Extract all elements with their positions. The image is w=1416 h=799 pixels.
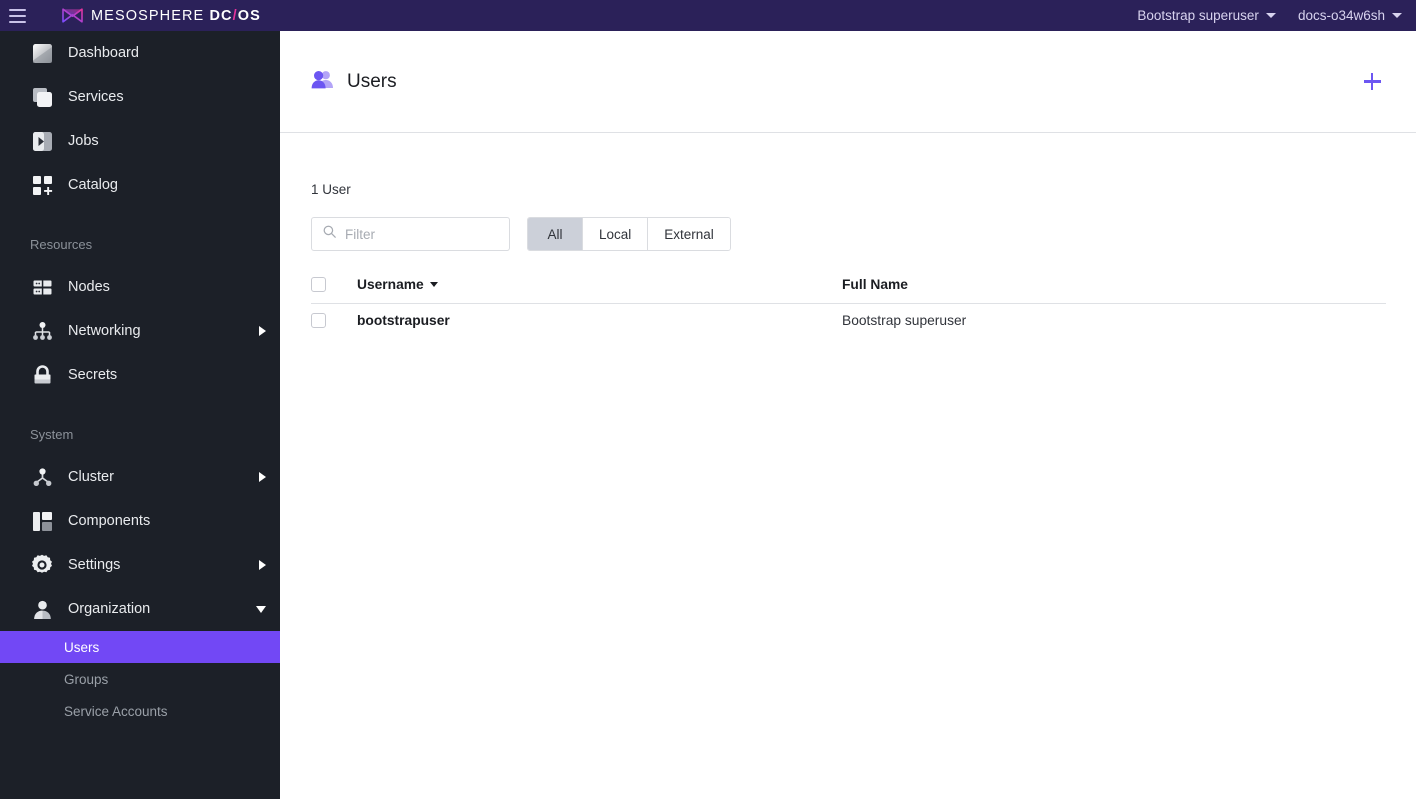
segment-external[interactable]: External bbox=[648, 218, 730, 250]
components-icon bbox=[30, 509, 54, 533]
brand-product-prefix: DC bbox=[209, 7, 233, 24]
users-group-icon bbox=[311, 69, 334, 94]
sidebar-item-label: Catalog bbox=[68, 177, 118, 193]
page-title-group: Users bbox=[311, 69, 397, 94]
sidebar-item-label: Dashboard bbox=[68, 45, 139, 61]
chevron-right-icon bbox=[259, 560, 266, 570]
services-icon bbox=[30, 85, 54, 109]
user-account-label: Bootstrap superuser bbox=[1137, 8, 1259, 23]
brand-product-suffix: OS bbox=[237, 7, 261, 24]
chevron-down-icon bbox=[1392, 13, 1402, 18]
user-type-segmented-control: All Local External bbox=[527, 217, 731, 251]
chevron-down-icon bbox=[256, 605, 266, 613]
page-header: Users bbox=[280, 31, 1416, 133]
sidebar-item-components[interactable]: Components bbox=[0, 499, 280, 543]
select-all-cell bbox=[311, 274, 357, 304]
top-bar: MESOSPHERE DC/OS Bootstrap superuser doc… bbox=[0, 0, 1416, 31]
filter-field[interactable] bbox=[311, 217, 510, 251]
cluster-label: docs-o34w6sh bbox=[1297, 8, 1385, 23]
hamburger-menu-icon[interactable] bbox=[0, 0, 34, 31]
brand-name: MESOSPHERE bbox=[91, 7, 205, 24]
search-icon bbox=[323, 225, 336, 243]
hamburger-line bbox=[8, 8, 26, 11]
networking-icon bbox=[30, 319, 54, 343]
cluster-icon bbox=[30, 465, 54, 489]
sidebar-item-dashboard[interactable]: Dashboard bbox=[0, 31, 280, 75]
table-row[interactable]: bootstrapuser Bootstrap superuser bbox=[311, 303, 1386, 337]
row-select-cell bbox=[311, 303, 357, 337]
top-bar-right-group: Bootstrap superuser docs-o34w6sh bbox=[1137, 8, 1416, 23]
sidebar-item-label: Components bbox=[68, 513, 151, 529]
chevron-down-icon bbox=[1265, 13, 1276, 18]
sidebar-item-label: Networking bbox=[68, 323, 141, 339]
sidebar-item-nodes[interactable]: Nodes bbox=[0, 265, 280, 309]
secrets-lock-icon bbox=[30, 363, 54, 387]
filter-input[interactable] bbox=[345, 226, 498, 242]
sidebar-item-label: Settings bbox=[68, 557, 121, 573]
sidebar-item-label: Secrets bbox=[68, 367, 118, 383]
hamburger-line bbox=[8, 14, 26, 17]
segment-local[interactable]: Local bbox=[583, 218, 649, 250]
main-content: Users 1 User All Local External bbox=[280, 31, 1416, 799]
sidebar-item-settings[interactable]: Settings bbox=[0, 543, 280, 587]
sidebar-item-users[interactable]: Users bbox=[0, 631, 280, 663]
sidebar-item-jobs[interactable]: Jobs bbox=[0, 119, 280, 163]
table-header: Username Full Name bbox=[311, 274, 1386, 304]
cell-username[interactable]: bootstrapuser bbox=[357, 303, 842, 337]
add-user-button[interactable] bbox=[1357, 67, 1387, 97]
cluster-menu[interactable]: docs-o34w6sh bbox=[1298, 8, 1402, 23]
sidebar-item-services[interactable]: Services bbox=[0, 75, 280, 119]
chevron-right-icon bbox=[259, 472, 266, 482]
select-all-checkbox[interactable] bbox=[311, 276, 326, 292]
table-controls: All Local External bbox=[311, 217, 1385, 251]
sidebar-item-groups[interactable]: Groups bbox=[0, 663, 280, 695]
user-count-label: 1 User bbox=[311, 182, 351, 197]
sidebar-section-system: System bbox=[30, 426, 74, 442]
sidebar-item-label: Organization bbox=[68, 601, 151, 617]
user-account-menu[interactable]: Bootstrap superuser bbox=[1137, 8, 1276, 23]
sidebar-item-label: Jobs bbox=[68, 133, 99, 149]
organization-person-icon bbox=[30, 597, 54, 621]
sidebar-item-label: Nodes bbox=[68, 279, 110, 295]
column-header-full-name-label: Full Name bbox=[842, 276, 908, 292]
cell-full-name: Bootstrap superuser bbox=[842, 312, 967, 328]
sort-descending-icon bbox=[429, 281, 438, 287]
nodes-icon bbox=[30, 275, 54, 299]
sidebar-item-secrets[interactable]: Secrets bbox=[0, 353, 280, 397]
sidebar-item-label: Services bbox=[68, 89, 124, 105]
table-header-row: Username Full Name bbox=[311, 274, 1386, 304]
row-checkbox[interactable] bbox=[311, 312, 326, 328]
dashboard-icon bbox=[30, 41, 54, 65]
sidebar-item-networking[interactable]: Networking bbox=[0, 309, 280, 353]
hamburger-line bbox=[8, 20, 26, 23]
jobs-icon bbox=[30, 129, 54, 153]
brand-wordmark: MESOSPHERE DC/OS bbox=[91, 8, 261, 24]
sidebar-item-service-accounts[interactable]: Service Accounts bbox=[0, 695, 280, 727]
sidebar: Dashboard Services Jobs Catalog Resource… bbox=[0, 31, 280, 799]
sidebar-item-catalog[interactable]: Catalog bbox=[0, 163, 280, 207]
brand-logo[interactable]: MESOSPHERE DC/OS bbox=[62, 7, 261, 24]
sidebar-subitem-label: Service Accounts bbox=[64, 703, 168, 719]
sidebar-item-organization[interactable]: Organization bbox=[0, 587, 280, 631]
sidebar-section-resources: Resources bbox=[30, 236, 93, 252]
sidebar-subitem-label: Users bbox=[64, 639, 100, 655]
content-area: 1 User All Local External bbox=[280, 182, 1416, 337]
users-table: Username Full Name bootstrapuser Bootstr… bbox=[311, 274, 1386, 337]
mesosphere-envelope-logo-icon bbox=[62, 8, 83, 23]
sidebar-item-cluster[interactable]: Cluster bbox=[0, 455, 280, 499]
chevron-right-icon bbox=[259, 326, 266, 336]
table-body: bootstrapuser Bootstrap superuser bbox=[311, 303, 1386, 337]
gear-icon bbox=[30, 553, 54, 577]
column-header-full-name[interactable]: Full Name bbox=[842, 274, 1386, 304]
sidebar-item-label: Cluster bbox=[68, 469, 114, 485]
column-header-username[interactable]: Username bbox=[357, 274, 842, 304]
page-title: Users bbox=[347, 70, 397, 92]
segment-all[interactable]: All bbox=[528, 218, 583, 250]
sidebar-subitem-label: Groups bbox=[64, 671, 109, 687]
catalog-icon bbox=[30, 173, 54, 197]
column-header-username-label: Username bbox=[357, 276, 424, 292]
